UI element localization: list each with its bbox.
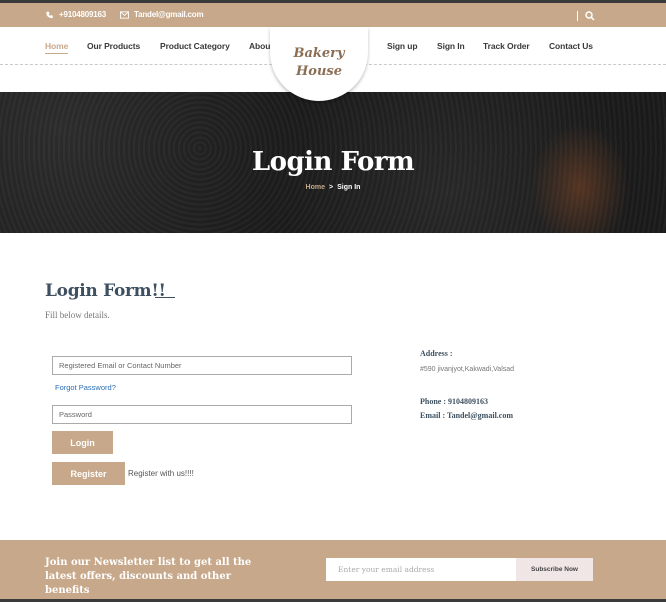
hero-banner: Login Form Home > Sign In — [0, 92, 666, 233]
contact-email: Email : Tandel@gmail.com — [420, 411, 514, 420]
form-subtitle: Fill below details. — [45, 310, 110, 320]
breadcrumb-home[interactable]: Home — [306, 184, 325, 191]
nav-sign-in[interactable]: Sign In — [437, 41, 465, 51]
phone-icon — [46, 11, 53, 18]
breadcrumb-current: Sign In — [337, 184, 361, 191]
envelope-icon — [120, 10, 129, 19]
newsletter-email-input[interactable] — [326, 558, 516, 581]
heading-underline — [155, 297, 175, 298]
form-heading: Login Form!! — [45, 281, 166, 301]
login-button[interactable]: Login — [52, 431, 113, 454]
phone-info: +9104809163 — [45, 10, 106, 19]
nav-our-products[interactable]: Our Products — [87, 41, 140, 51]
email-field[interactable] — [52, 356, 352, 375]
newsletter-section: Join our Newsletter list to get all the … — [0, 540, 666, 602]
nav-track-order[interactable]: Track Order — [483, 41, 530, 51]
newsletter-text: Join our Newsletter list to get all the … — [45, 557, 252, 596]
breadcrumb: Home > Sign In — [0, 184, 666, 191]
nav-product-category[interactable]: Product Category — [160, 41, 230, 51]
password-field[interactable] — [52, 405, 352, 424]
nav-contact-us[interactable]: Contact Us — [549, 41, 593, 51]
logo[interactable]: Bakery House — [270, 27, 368, 101]
forgot-password-link[interactable]: Forgot Password? — [55, 383, 116, 392]
email-address: Tandel@gmail.com — [134, 10, 204, 19]
logo-line2: House — [296, 64, 342, 79]
address-label: Address : — [420, 349, 453, 358]
top-bar: +9104809163 Tandel@gmail.com — [0, 0, 666, 27]
nav-sign-up[interactable]: Sign up — [387, 41, 418, 51]
subscribe-button[interactable]: Subscribe Now — [516, 558, 593, 581]
search-icon[interactable] — [585, 11, 595, 21]
breadcrumb-separator: > — [329, 184, 334, 191]
page-title: Login Form — [251, 147, 415, 177]
register-button[interactable]: Register — [52, 462, 125, 485]
logo-line1: Bakery — [293, 46, 345, 61]
contact-phone: Phone : 9104809163 — [420, 397, 488, 406]
topbar-divider — [577, 11, 578, 21]
email-info: Tandel@gmail.com — [120, 10, 204, 19]
address-text: #590 jivanjyot,Kakwadi,Valsad — [420, 366, 515, 373]
nav-home[interactable]: Home — [45, 41, 68, 54]
register-note: Register with us!!!! — [128, 469, 194, 478]
phone-number: +9104809163 — [59, 10, 106, 19]
